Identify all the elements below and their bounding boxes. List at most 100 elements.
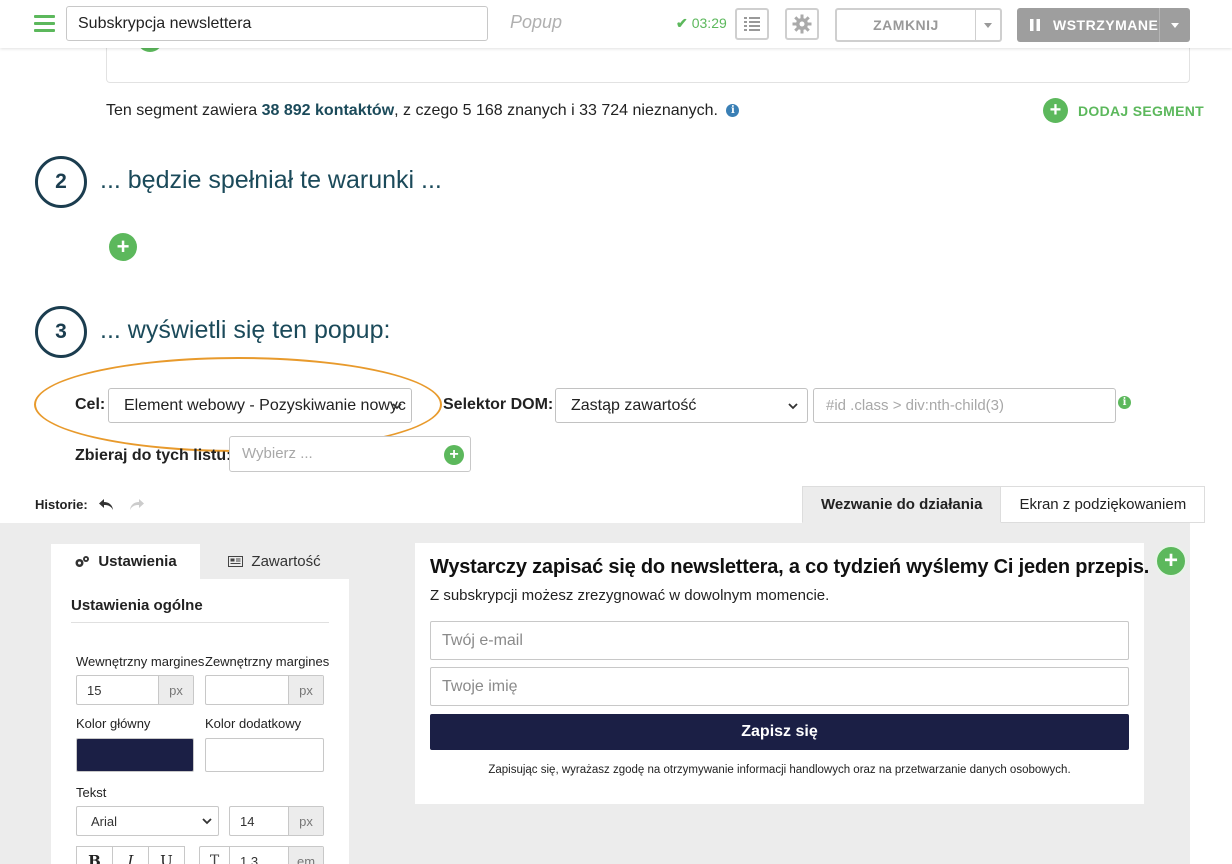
close-dropdown-toggle[interactable]	[976, 10, 1000, 40]
primary-color-label: Kolor główny	[76, 716, 151, 731]
gears-icon	[74, 555, 90, 569]
subscribe-button[interactable]: Zapisz się	[430, 714, 1129, 750]
consent-text: Zapisując się, wyrażasz zgodę na otrzymy…	[488, 764, 1071, 776]
outer-margin-input[interactable]: px	[205, 675, 324, 705]
general-settings-title: Ustawienia ogólne	[71, 597, 329, 623]
history-controls: Historie:	[35, 497, 145, 512]
settings-button[interactable]	[785, 8, 819, 40]
email-field[interactable]	[430, 621, 1129, 660]
underline-button[interactable]: U	[148, 846, 185, 864]
menu-icon[interactable]	[34, 15, 55, 33]
segment-info-suffix: , z czego 5 168 znanych i 33 724 nieznan…	[394, 102, 718, 119]
dom-action-select[interactable]: Zastąp zawartość	[555, 388, 808, 423]
campaign-type-label: Popup	[510, 12, 563, 32]
popup-subtitle: Z subskrypcji możesz zrezygnować w dowol…	[430, 587, 830, 604]
text-section-label: Tekst	[76, 785, 107, 800]
font-family-value: Arial	[91, 813, 118, 829]
autosave-timer: ✔ 03:29	[676, 15, 727, 32]
lists-picker[interactable]: +	[229, 436, 471, 472]
list-icon	[744, 17, 760, 31]
tab-thank-you-screen[interactable]: Ekran z podziękowaniem	[1001, 486, 1206, 523]
segment-contact-count: 38 892 kontaktów	[261, 102, 395, 119]
screen-tabs: Wezwanie do działania Ekran z podziękowa…	[802, 486, 1206, 523]
line-height-value: 1,3	[240, 853, 259, 864]
outer-margin-value	[206, 676, 288, 704]
inner-margin-input[interactable]: 15 px	[76, 675, 194, 705]
campaign-name-input[interactable]	[66, 6, 488, 41]
gear-icon	[792, 14, 812, 34]
close-button[interactable]: ZAMKNIJ	[835, 8, 1002, 42]
popup-title: Wystarczy zapisać się do newslettera, a …	[430, 556, 1150, 578]
segment-info: Ten segment zawiera 38 892 kontaktów, z …	[106, 102, 740, 120]
popup-preview: Wystarczy zapisać się do newslettera, a …	[415, 543, 1149, 804]
step-number-2: 2	[35, 156, 87, 208]
dom-action-value: Zastąp zawartość	[571, 396, 697, 414]
primary-color-swatch[interactable]	[76, 738, 194, 772]
chevron-down-icon	[392, 403, 402, 410]
inner-margin-label: Wewnętrzny margines	[76, 654, 205, 669]
add-segment-button[interactable]: + DODAJ SEGMENT	[1043, 98, 1204, 123]
goal-label: Cel:	[75, 396, 106, 413]
plus-icon: +	[1043, 98, 1068, 123]
secondary-color-swatch[interactable]	[205, 738, 324, 772]
tab-content[interactable]: Zawartość	[200, 544, 349, 579]
bold-button[interactable]: B	[76, 846, 113, 864]
settings-panel: Ustawienia Zawartość Ustawienia ogólne W…	[51, 544, 349, 864]
chevron-down-icon	[984, 22, 992, 28]
lists-label: Zbieraj do tych listu:	[75, 447, 232, 464]
unit-label: px	[158, 676, 193, 704]
status-button-label: WSTRZYMANE	[1017, 8, 1160, 42]
chevron-down-icon	[788, 403, 798, 410]
inner-margin-value: 15	[87, 682, 102, 698]
editor-gutter	[1190, 523, 1232, 864]
timer-value: 03:29	[691, 15, 727, 31]
pause-icon	[1030, 19, 1040, 31]
step-title-3: ... wyświetli się ten popup:	[100, 316, 391, 344]
text-format-group: B I U	[76, 846, 185, 864]
chevron-down-icon	[1171, 22, 1179, 28]
step-number-3: 3	[35, 306, 87, 358]
dom-selector-input[interactable]	[813, 388, 1116, 423]
status-dropdown-toggle[interactable]	[1160, 8, 1190, 42]
top-bar: Popup ✔03:29 ZAMKNIJ WSTRZYMANE	[0, 0, 1232, 48]
status-text: WSTRZYMANE	[1053, 17, 1159, 33]
selector-info-icon[interactable]: i	[1118, 396, 1131, 409]
chevron-down-icon	[202, 818, 212, 825]
list-view-button[interactable]	[735, 8, 769, 40]
unit-label: px	[288, 807, 323, 835]
add-list-icon[interactable]: +	[444, 445, 464, 465]
step-title-2: ... będzie spełniał te warunki ...	[100, 166, 442, 194]
font-size-value: 14	[240, 813, 255, 829]
history-label: Historie:	[35, 497, 88, 512]
redo-icon[interactable]	[128, 498, 145, 512]
unit-label: em	[288, 847, 323, 864]
outer-margin-label: Zewnętrzny margines	[205, 654, 330, 669]
check-icon: ✔	[676, 15, 688, 31]
info-icon[interactable]: i	[726, 104, 740, 118]
name-field[interactable]	[430, 667, 1129, 706]
tab-content-label: Zawartość	[251, 553, 321, 570]
lists-input[interactable]	[242, 445, 442, 462]
line-height-input[interactable]: T 1,3 em	[199, 846, 324, 864]
unit-label: px	[288, 676, 323, 704]
undo-icon[interactable]	[98, 498, 115, 512]
add-condition-button[interactable]: +	[109, 233, 137, 261]
add-segment-label: DODAJ SEGMENT	[1078, 102, 1205, 119]
tab-settings-label: Ustawienia	[98, 553, 177, 570]
tab-settings[interactable]: Ustawienia	[51, 544, 200, 579]
secondary-color-label: Kolor dodatkowy	[205, 716, 302, 731]
font-family-select[interactable]: Arial	[76, 806, 219, 836]
status-button[interactable]: WSTRZYMANE	[1017, 8, 1190, 42]
goal-select[interactable]: Element webowy - Pozyskiwanie nowyc	[108, 388, 412, 423]
add-element-button[interactable]: +	[1155, 545, 1187, 577]
italic-button[interactable]: I	[112, 846, 149, 864]
content-icon	[228, 556, 244, 567]
tab-call-to-action[interactable]: Wezwanie do działania	[802, 486, 1002, 523]
goal-select-value: Element webowy - Pozyskiwanie nowyc	[124, 396, 406, 414]
panel-tabs: Ustawienia Zawartość	[51, 544, 349, 579]
dom-selector-label: Selektor DOM:	[443, 396, 554, 413]
font-size-input[interactable]: 14 px	[229, 806, 324, 836]
editor-area: Ustawienia Zawartość Ustawienia ogólne W…	[0, 523, 1232, 864]
close-button-label: ZAMKNIJ	[837, 10, 976, 40]
line-height-icon: T	[200, 847, 230, 864]
